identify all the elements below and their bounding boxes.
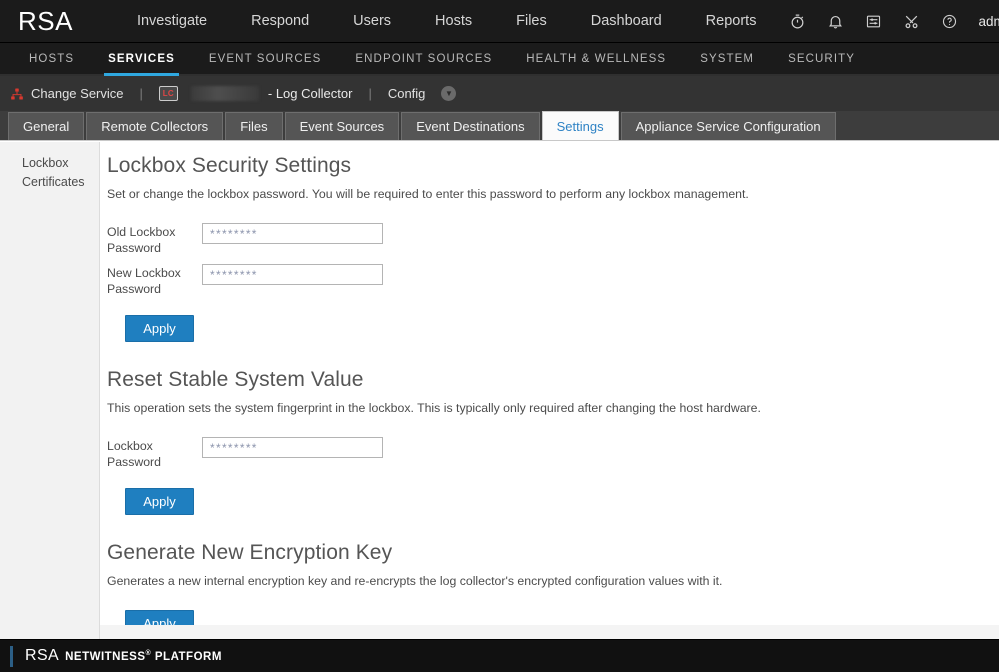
tab-appliance-service-configuration[interactable]: Appliance Service Configuration [620, 112, 836, 140]
footer-rsa-logo: RSA [25, 647, 60, 664]
help-question-icon[interactable] [934, 8, 964, 34]
current-service[interactable]: LC - Log Collector [158, 86, 353, 101]
tab-event-destinations[interactable]: Event Destinations [401, 112, 540, 140]
nav-item-hosts[interactable]: Hosts [413, 13, 494, 29]
section-heading: Generate New Encryption Key [107, 541, 393, 564]
page-content: Lockbox Certificates Lockbox Security Se… [0, 142, 999, 639]
panel-bottom-strip [100, 625, 999, 639]
tab-settings[interactable]: Settings [541, 111, 619, 140]
tab-event-sources[interactable]: Event Sources [284, 112, 400, 140]
page-title: Lockbox Security Settings [107, 154, 352, 177]
subnav-item-health-wellness[interactable]: HEALTH & WELLNESS [509, 43, 683, 74]
section-heading: Reset Stable System Value [107, 368, 364, 391]
separator-1: | [139, 86, 143, 101]
subnav-item-endpoint-sources[interactable]: ENDPOINT SOURCES [338, 43, 509, 74]
section-description: Generates a new internal encryption key … [107, 574, 723, 588]
nav-item-users[interactable]: Users [331, 13, 413, 29]
nav-item-dashboard[interactable]: Dashboard [569, 13, 684, 29]
service-name-label: - Log Collector [267, 86, 353, 101]
config-menu[interactable]: Config ▼ [388, 86, 457, 101]
top-nav-links: Investigate Respond Users Hosts Files Da… [115, 13, 778, 29]
apply-lockbox-password-button[interactable]: Apply [125, 315, 194, 342]
chevron-down-icon[interactable]: ▼ [441, 86, 457, 101]
tools-icon[interactable] [896, 8, 926, 34]
footer-product-name: NETWITNESS® PLATFORM [65, 650, 222, 663]
tab-files[interactable]: Files [225, 112, 283, 140]
nav-item-files[interactable]: Files [494, 13, 569, 29]
admin-user-menu[interactable]: admin [978, 14, 999, 29]
admin-label: admin [978, 13, 999, 29]
sidebar-item-lockbox[interactable]: Lockbox [22, 154, 99, 173]
section-lockbox-security-settings: Lockbox Security Settings Set or change … [107, 154, 999, 342]
tab-general[interactable]: General [8, 112, 85, 140]
footer-accent-bar [10, 645, 13, 667]
subnav-item-services[interactable]: SERVICES [91, 43, 192, 76]
settings-sidebar: Lockbox Certificates [0, 142, 100, 639]
field-row-new-lockbox-password: New Lockbox Password [107, 264, 999, 297]
rsa-logo: RSA [18, 6, 73, 36]
top-nav-actions: admin ? [778, 7, 999, 35]
apply-reset-stable-system-value-button[interactable]: Apply [125, 488, 194, 515]
sitemap-icon [11, 87, 23, 100]
admin-sub-navigation: HOSTS SERVICES EVENT SOURCES ENDPOINT SO… [0, 43, 999, 76]
change-service-label: Change Service [31, 86, 124, 101]
lockbox-password-label: Lockbox Password [107, 439, 161, 469]
new-lockbox-password-label: New Lockbox Password [107, 266, 181, 296]
old-lockbox-password-label: Old Lockbox Password [107, 225, 176, 255]
config-label: Config [387, 86, 426, 101]
field-row-old-lockbox-password: Old Lockbox Password [107, 223, 999, 256]
nav-item-investigate[interactable]: Investigate [115, 13, 229, 29]
footer-platform-label: PLATFORM [154, 650, 222, 663]
subnav-item-system[interactable]: SYSTEM [683, 43, 771, 74]
field-row-lockbox-password: Lockbox Password [107, 437, 999, 470]
tasks-icon[interactable] [858, 8, 888, 34]
subnav-item-event-sources[interactable]: EVENT SOURCES [192, 43, 339, 74]
section-reset-stable-system-value: Reset Stable System Value This operation… [107, 368, 999, 515]
service-config-tabs: General Remote Collectors Files Event So… [0, 111, 999, 141]
trademark-icon: ® [145, 649, 152, 657]
sidebar-item-certificates[interactable]: Certificates [22, 173, 99, 192]
service-context-bar: Change Service | LC - Log Collector | Co… [0, 76, 999, 111]
change-service-button[interactable]: Change Service [10, 86, 124, 101]
subnav-item-security[interactable]: SECURITY [771, 43, 872, 74]
footer-netwitness-label: NETWITNESS [65, 650, 146, 663]
nav-item-reports[interactable]: Reports [684, 13, 779, 29]
nav-item-respond[interactable]: Respond [229, 13, 331, 29]
separator-2: | [368, 86, 372, 101]
old-lockbox-password-input[interactable] [202, 223, 383, 244]
lockbox-password-input[interactable] [202, 437, 383, 458]
tab-remote-collectors[interactable]: Remote Collectors [86, 112, 224, 140]
section-generate-new-encryption-key: Generate New Encryption Key Generates a … [107, 541, 999, 637]
app-footer: RSA NETWITNESS® PLATFORM [0, 639, 999, 672]
timer-icon[interactable] [782, 8, 812, 34]
subnav-item-hosts[interactable]: HOSTS [12, 43, 91, 74]
new-lockbox-password-input[interactable] [202, 264, 383, 285]
redacted-service-host [190, 86, 259, 101]
settings-main-panel: Lockbox Security Settings Set or change … [100, 142, 999, 639]
log-collector-badge-icon: LC [158, 86, 178, 101]
bell-icon[interactable] [820, 8, 850, 34]
section-description: Set or change the lockbox password. You … [107, 187, 749, 201]
top-navigation-bar: RSA Investigate Respond Users Hosts File… [0, 0, 999, 43]
section-description: This operation sets the system fingerpri… [107, 401, 761, 415]
